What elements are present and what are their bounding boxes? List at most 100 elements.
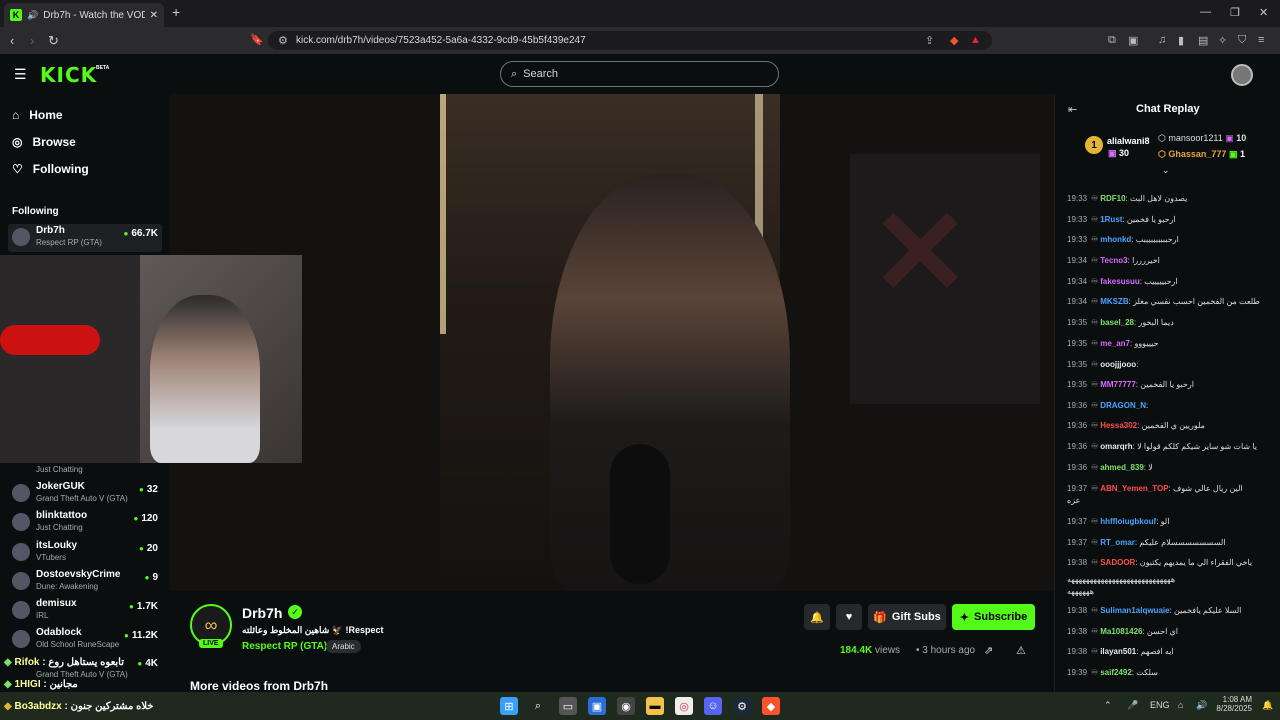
sidebar-toggle-icon[interactable]: ▮ — [1178, 34, 1184, 47]
windows-start-icon[interactable]: ⊞ — [500, 697, 518, 715]
app-icon[interactable]: ◉ — [617, 697, 635, 715]
chat-username[interactable]: Tecno3 — [1100, 256, 1127, 265]
reload-icon[interactable]: ↻ — [48, 33, 59, 49]
chat-username[interactable]: ABN_Yemen_TOP — [1100, 484, 1168, 493]
channel-category: Grand Theft Auto V (GTA) — [36, 670, 128, 679]
chat-timestamp: 19:34 — [1067, 277, 1088, 286]
language-tag[interactable]: Arabic — [326, 640, 361, 653]
followed-channel[interactable]: itsLouky VTubers 20 — [8, 539, 162, 567]
gifter-entry[interactable]: ⬡ Ghassan_777 ▣ 1 — [1158, 149, 1245, 160]
site-settings-icon[interactable]: ⚙ — [278, 34, 288, 47]
star-icon: ✦ — [959, 611, 970, 624]
steam-icon[interactable]: ⚙ — [733, 697, 751, 715]
wallet-icon[interactable]: ▤ — [1198, 34, 1208, 47]
video-player[interactable]: ✕ — [170, 94, 1054, 591]
chat-username[interactable]: Ma1081426 — [1100, 627, 1142, 636]
tray-mic-icon[interactable]: 🎤 — [1127, 700, 1138, 711]
chat-username[interactable]: ooojjjooo — [1100, 360, 1136, 369]
user-avatar[interactable] — [1231, 64, 1253, 86]
discord-icon[interactable]: ☺ — [704, 697, 722, 715]
brave-icon[interactable]: ◆ — [762, 697, 780, 715]
notifications-icon[interactable]: 🔔 — [1262, 700, 1273, 711]
close-tab-icon[interactable]: ✕ — [150, 10, 158, 21]
sidebar-item-home[interactable]: ⌂ Home — [12, 108, 63, 122]
menu-icon[interactable]: ≡ — [1258, 34, 1264, 46]
chat-username[interactable]: Suliman1alqwuaie — [1100, 606, 1169, 615]
followed-channel[interactable]: blinktattoo Just Chatting 120 — [8, 509, 162, 537]
chat-username[interactable]: ahmed_839 — [1100, 463, 1144, 472]
url-bar[interactable]: kick.com/drb7h/videos/7523a452-5a6a-4332… — [268, 31, 992, 50]
bookmark-icon[interactable]: 🔖 — [250, 33, 264, 46]
followed-channel[interactable]: Just Chatting — [8, 463, 162, 477]
leo-icon[interactable]: ✧ — [1218, 34, 1227, 47]
chat-username[interactable]: basel_28 — [1100, 318, 1134, 327]
collapse-chat-icon[interactable]: ⇤ — [1068, 103, 1077, 116]
chat-username[interactable]: ilayan501 — [1100, 647, 1136, 656]
chat-username[interactable]: saif2492 — [1100, 668, 1132, 677]
followed-channel[interactable]: JokerGUK Grand Theft Auto V (GTA) 32 — [8, 480, 162, 508]
taskbar-search-icon[interactable]: ⌕ — [529, 697, 547, 715]
clock[interactable]: 1:08 AM 8/28/2025 — [1214, 695, 1252, 713]
chat-username[interactable]: me_an7 — [1100, 339, 1130, 348]
browser-tab[interactable]: K 🔊 Drb7h - Watch the VOD on K ✕ — [4, 3, 164, 27]
store-icon[interactable]: ▣ — [588, 697, 606, 715]
forward-icon[interactable]: › — [30, 33, 34, 48]
followed-channel[interactable]: DostoevskyCrime Dune: Awakening 9 — [8, 568, 162, 596]
music-icon[interactable]: ♫ — [1158, 34, 1166, 46]
chat-username[interactable]: 1Rust — [1100, 215, 1122, 224]
kick-logo[interactable]: KICK — [40, 63, 97, 87]
chat-username[interactable]: Hessa302 — [1100, 421, 1137, 430]
extensions-icon[interactable]: ⧉ — [1108, 34, 1116, 47]
chat-username[interactable]: SADOOR — [1100, 558, 1135, 567]
keyboard-language[interactable]: ENG — [1150, 700, 1170, 710]
chrome-icon[interactable]: ◎ — [675, 697, 693, 715]
followed-channel[interactable]: demisux IRL 1.7K — [8, 597, 162, 625]
share-icon[interactable]: ⇪ — [925, 34, 934, 47]
chat-username[interactable]: omarqrh — [1100, 442, 1132, 451]
file-explorer-icon[interactable]: ▬ — [646, 697, 664, 715]
report-icon[interactable]: ⚠ — [1016, 644, 1026, 657]
subscriber-badge-icon: ♾ — [1091, 668, 1099, 677]
task-view-icon[interactable]: ▭ — [559, 697, 577, 715]
back-icon[interactable]: ‹ — [10, 33, 14, 48]
rewards-icon[interactable]: ▲ — [970, 34, 981, 46]
share-icon[interactable]: ⇗ — [984, 644, 993, 657]
vpn-icon[interactable]: ⛉ — [1238, 34, 1246, 47]
close-window-icon[interactable]: ✕ — [1259, 6, 1268, 19]
follow-heart-icon[interactable]: ♥ — [836, 604, 862, 630]
chat-username[interactable]: MM77777 — [1100, 380, 1136, 389]
chat-timestamp: 19:38 — [1067, 647, 1088, 656]
chat-username[interactable]: MKSZB — [1100, 297, 1128, 306]
bell-icon[interactable]: 🔔 — [804, 604, 830, 630]
followed-channel[interactable]: Drb7h Respect RP (GTA) 66.7K — [8, 224, 162, 252]
tray-chevron-icon[interactable]: ⌃ — [1104, 700, 1112, 711]
sidebar-item-browse[interactable]: ◎ Browse — [12, 135, 76, 149]
chat-username[interactable]: mhonkd — [1100, 235, 1131, 244]
volume-icon[interactable]: 🔊 — [1196, 700, 1207, 711]
chat-username[interactable]: hhffloiugbkouf — [1100, 517, 1156, 526]
network-icon[interactable]: ⌂ — [1178, 700, 1183, 710]
gifter-entry[interactable]: ⬡ mansoor1211 ▣ 10 — [1158, 133, 1246, 144]
new-tab-icon[interactable]: + — [172, 4, 180, 20]
hamburger-menu-icon[interactable]: ☰ — [14, 66, 27, 83]
top-gifter-name[interactable]: alialwani8 — [1107, 136, 1150, 146]
overlay-chat-line: ◆ Rifok : تابعوه يستاهل روع — [4, 657, 125, 668]
minimize-icon[interactable]: — — [1200, 6, 1211, 18]
expand-gifters-icon[interactable]: ⌄ — [1162, 165, 1170, 176]
chat-username[interactable]: fakesusuu — [1100, 277, 1140, 286]
search-input[interactable]: ⌕ Search — [500, 61, 779, 87]
chat-username[interactable]: RDF10 — [1100, 194, 1125, 203]
brave-shield-icon[interactable]: ◆ — [950, 34, 958, 47]
subscribe-button[interactable]: ✦ Subscribe — [952, 604, 1035, 630]
channel-name[interactable]: Drb7h — [242, 605, 282, 621]
maximize-icon[interactable]: ❐ — [1230, 6, 1240, 19]
gift-subs-button[interactable]: 🎁 Gift Subs — [868, 604, 946, 630]
chat-text: الو — [1160, 517, 1170, 526]
followed-channel[interactable]: Odablock Old School RuneScape 11.2K — [8, 626, 162, 654]
chat-username[interactable]: DRAGON_N — [1100, 401, 1146, 410]
stream-category[interactable]: Respect RP (GTA) — [242, 641, 327, 652]
chat-username[interactable]: RT_omar — [1100, 538, 1135, 547]
tab-manager-icon[interactable]: ▣ — [1128, 34, 1138, 47]
search-icon: ⌕ — [511, 67, 518, 80]
sidebar-item-following[interactable]: ♡ Following — [12, 162, 89, 176]
